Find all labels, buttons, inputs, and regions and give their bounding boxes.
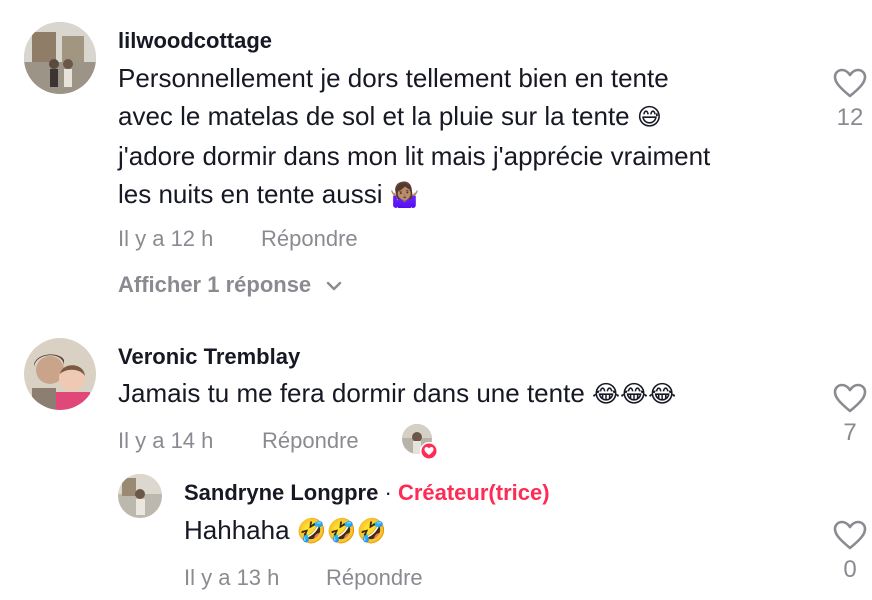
- tears-of-joy-emoji: 😂😂😂: [592, 381, 677, 408]
- comment-text-line: Personnellement je dors tellement bien e…: [118, 63, 669, 93]
- comment-text: Personnellement je dors tellement bien e…: [118, 59, 710, 215]
- reply-text: Hahhaha 🤣🤣🤣: [184, 511, 386, 551]
- shrug-emoji: 🤷🏽‍♀️: [389, 182, 420, 209]
- creator-liked-avatar: [402, 424, 438, 460]
- heart-icon: [833, 383, 867, 413]
- reply-text-line: Hahhaha: [184, 515, 290, 545]
- avatar[interactable]: [24, 22, 96, 94]
- reply-header: Sandryne Longpre · Créateur(trice): [184, 480, 550, 506]
- comment-text-line: j'adore dormir dans mon lit mais j'appré…: [118, 141, 711, 171]
- heart-icon: [420, 442, 438, 460]
- creator-badge: Créateur(trice): [397, 480, 550, 505]
- like-count: 7: [843, 419, 857, 446]
- comment-text-line: Jamais tu me fera dormir dans une tente: [118, 378, 585, 408]
- avatar[interactable]: [24, 338, 96, 410]
- comment-text-line: les nuits en tente aussi: [118, 179, 383, 209]
- reply-button[interactable]: Répondre: [326, 565, 423, 591]
- chevron-down-icon: [327, 281, 342, 291]
- reply-button[interactable]: Répondre: [262, 428, 359, 454]
- reply-timestamp: Il y a 13 h: [184, 565, 280, 590]
- sweat-smile-emoji: 😅: [636, 104, 662, 131]
- like-button[interactable]: 12: [820, 68, 872, 132]
- rofl-emoji: 🤣🤣🤣: [296, 518, 387, 545]
- like-count: 12: [836, 104, 864, 131]
- like-button[interactable]: 0: [820, 520, 872, 584]
- comment-username[interactable]: lilwoodcottage: [118, 28, 272, 54]
- like-button[interactable]: 7: [820, 383, 872, 447]
- reply-button[interactable]: Répondre: [261, 226, 358, 252]
- view-replies-button[interactable]: Afficher 1 réponse: [118, 272, 343, 298]
- comment-timestamp: Il y a 14 h: [118, 428, 214, 453]
- like-count: 0: [843, 556, 857, 583]
- comment-username[interactable]: Veronic Tremblay: [118, 344, 300, 370]
- avatar[interactable]: [118, 474, 162, 518]
- reply-username[interactable]: Sandryne Longpre: [184, 480, 378, 505]
- comment-text-line: avec le matelas de sol et la pluie sur l…: [118, 101, 630, 131]
- heart-icon: [833, 68, 867, 98]
- separator-dot: ·: [384, 480, 392, 505]
- view-replies-label: Afficher 1 réponse: [118, 272, 312, 297]
- heart-icon: [833, 520, 867, 550]
- comment-text: Jamais tu me fera dormir dans une tente …: [118, 374, 676, 414]
- comment-timestamp: Il y a 12 h: [118, 226, 214, 251]
